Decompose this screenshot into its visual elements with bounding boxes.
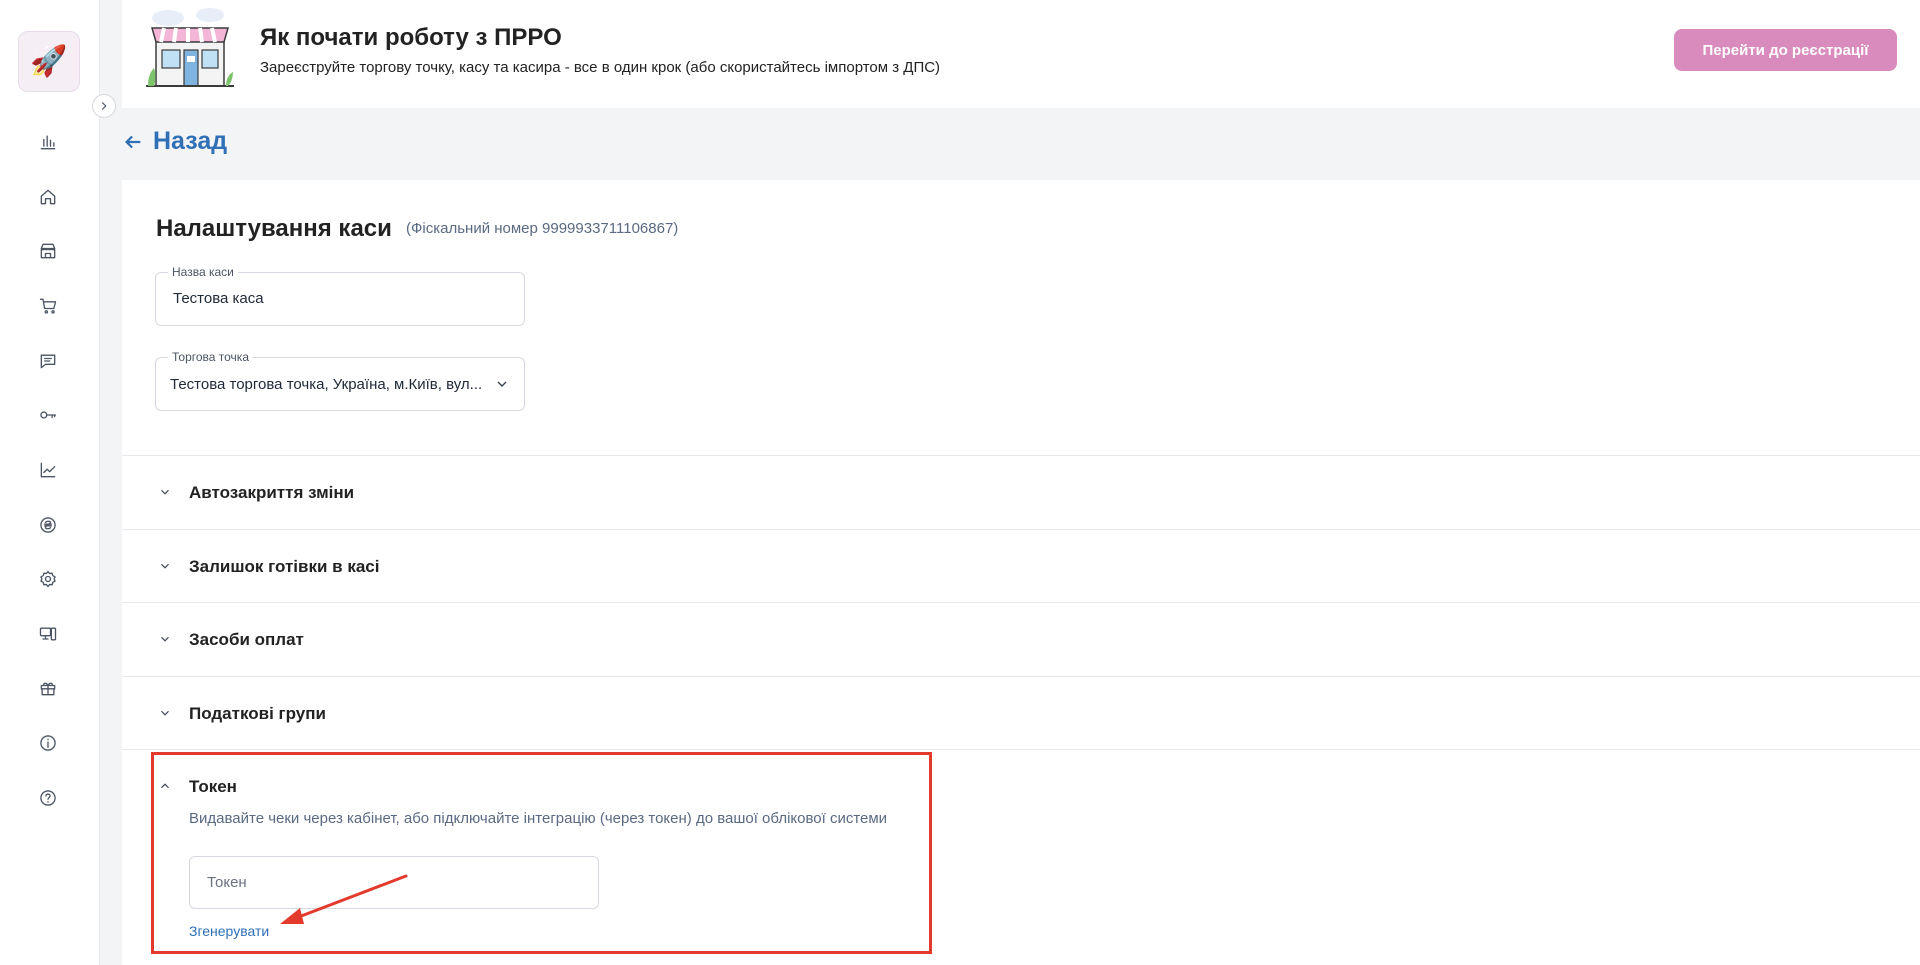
- settings-gear-icon[interactable]: [36, 567, 60, 591]
- section-label: Засоби оплат: [189, 630, 304, 649]
- chevron-down-icon: [494, 376, 510, 392]
- message-icon[interactable]: [36, 349, 60, 373]
- cash-name-label: Назва каси: [168, 265, 238, 279]
- go-to-registration-button[interactable]: Перейти до реєстрації: [1674, 29, 1897, 71]
- outlet-label: Торгова точка: [168, 350, 253, 364]
- shop-illustration: [146, 8, 234, 87]
- gift-icon[interactable]: [36, 676, 60, 700]
- cash-name-field[interactable]: Назва каси Тестова каса: [155, 265, 525, 326]
- key-icon[interactable]: [36, 403, 60, 427]
- annotation-arrow-icon: [280, 874, 408, 924]
- section-tax-groups[interactable]: Податкові групи: [122, 676, 1920, 749]
- devices-icon[interactable]: [36, 622, 60, 646]
- chevron-down-icon: [158, 632, 172, 646]
- chevron-right-icon: [101, 102, 107, 110]
- cash-name-value: Тестова каса: [173, 290, 264, 307]
- rocket-icon[interactable]: 🚀: [18, 31, 80, 92]
- cart-icon[interactable]: [36, 294, 60, 318]
- store-icon[interactable]: [36, 239, 60, 263]
- info-icon[interactable]: [36, 731, 60, 755]
- section-label: Автозакриття зміни: [189, 483, 355, 502]
- section-cash-balance[interactable]: Залишок готівки в касі: [122, 529, 1920, 602]
- chevron-down-icon: [158, 559, 172, 573]
- arrow-left-icon: [125, 135, 141, 148]
- banner-title: Як почати роботу з ПРРО: [260, 24, 562, 51]
- section-label: Залишок готівки в касі: [189, 557, 380, 576]
- page-title: Налаштування каси: [156, 215, 392, 242]
- hryvnia-coin-icon[interactable]: [36, 513, 60, 537]
- onboarding-banner: Як почати роботу з ПРРО Зареєструйте тор…: [122, 0, 1920, 108]
- fiscal-number: (Фіскальний номер 9999933711106867): [406, 220, 679, 237]
- sidebar: 🚀: [0, 0, 100, 965]
- section-label: Податкові групи: [189, 704, 326, 723]
- section-payment-methods[interactable]: Засоби оплат: [122, 602, 1920, 675]
- home-icon[interactable]: [36, 185, 60, 209]
- banner-subtitle: Зареєструйте торгову точку, касу та каси…: [260, 59, 941, 76]
- bar-chart-icon[interactable]: [36, 130, 60, 154]
- trend-chart-icon[interactable]: [36, 458, 60, 482]
- outlet-select[interactable]: Торгова точка Тестова торгова точка, Укр…: [155, 350, 525, 411]
- section-auto-close-shift[interactable]: Автозакриття зміни: [122, 455, 1920, 528]
- back-label: Назад: [153, 127, 228, 155]
- back-link[interactable]: Назад: [122, 127, 227, 156]
- sidebar-collapse-toggle[interactable]: [92, 94, 116, 118]
- help-icon[interactable]: [36, 786, 60, 810]
- outlet-value: Тестова торгова точка, Україна, м.Київ, …: [170, 376, 483, 393]
- chevron-down-icon: [158, 485, 172, 499]
- chevron-down-icon: [158, 706, 172, 720]
